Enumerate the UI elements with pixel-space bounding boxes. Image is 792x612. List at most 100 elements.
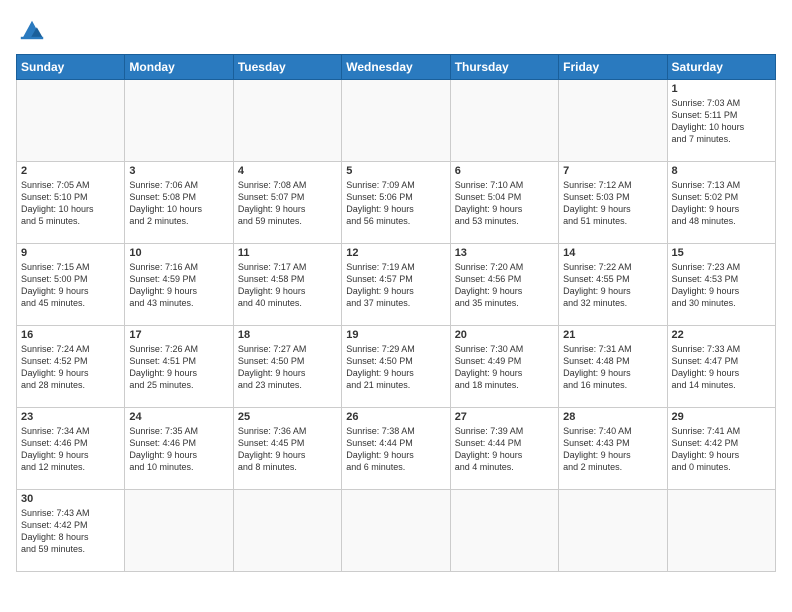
cell-content: Sunrise: 7:09 AM Sunset: 5:06 PM Dayligh… <box>346 179 445 228</box>
calendar-cell <box>233 490 341 572</box>
day-number: 15 <box>672 247 771 259</box>
cell-content: Sunrise: 7:41 AM Sunset: 4:42 PM Dayligh… <box>672 425 771 474</box>
cell-content: Sunrise: 7:36 AM Sunset: 4:45 PM Dayligh… <box>238 425 337 474</box>
day-number: 7 <box>563 165 662 177</box>
day-number: 26 <box>346 411 445 423</box>
calendar-cell: 3 Sunrise: 7:06 AM Sunset: 5:08 PM Daylig… <box>125 162 233 244</box>
calendar-cell <box>17 80 125 162</box>
day-number: 23 <box>21 411 120 423</box>
calendar-cell: 16 Sunrise: 7:24 AM Sunset: 4:52 PM Dayli… <box>17 326 125 408</box>
day-number: 3 <box>129 165 228 177</box>
week-row-6: 30Sunrise: 7:43 AM Sunset: 4:42 PM Dayli… <box>17 490 776 572</box>
calendar-cell <box>125 490 233 572</box>
weekday-header-tuesday: Tuesday <box>233 55 341 80</box>
cell-content: Sunrise: 7:10 AM Sunset: 5:04 PM Dayligh… <box>455 179 554 228</box>
calendar-cell: 29Sunrise: 7:41 AM Sunset: 4:42 PM Dayli… <box>667 408 775 490</box>
calendar-cell <box>342 490 450 572</box>
day-number: 10 <box>129 247 228 259</box>
day-number: 1 <box>672 83 771 95</box>
cell-content: Sunrise: 7:12 AM Sunset: 5:03 PM Dayligh… <box>563 179 662 228</box>
logo <box>16 16 52 44</box>
calendar-cell: 2 Sunrise: 7:05 AM Sunset: 5:10 PM Daylig… <box>17 162 125 244</box>
calendar-cell: 11 Sunrise: 7:17 AM Sunset: 4:58 PM Dayli… <box>233 244 341 326</box>
calendar-cell: 14 Sunrise: 7:22 AM Sunset: 4:55 PM Dayli… <box>559 244 667 326</box>
calendar-cell: 9 Sunrise: 7:15 AM Sunset: 5:00 PM Daylig… <box>17 244 125 326</box>
cell-content: Sunrise: 7:13 AM Sunset: 5:02 PM Dayligh… <box>672 179 771 228</box>
day-number: 11 <box>238 247 337 259</box>
week-row-3: 9 Sunrise: 7:15 AM Sunset: 5:00 PM Daylig… <box>17 244 776 326</box>
weekday-header-sunday: Sunday <box>17 55 125 80</box>
day-number: 19 <box>346 329 445 341</box>
cell-content: Sunrise: 7:40 AM Sunset: 4:43 PM Dayligh… <box>563 425 662 474</box>
calendar-cell: 20Sunrise: 7:30 AM Sunset: 4:49 PM Dayli… <box>450 326 558 408</box>
week-row-5: 23 Sunrise: 7:34 AM Sunset: 4:46 PM Dayli… <box>17 408 776 490</box>
calendar-cell: 27Sunrise: 7:39 AM Sunset: 4:44 PM Dayli… <box>450 408 558 490</box>
cell-content: Sunrise: 7:34 AM Sunset: 4:46 PM Dayligh… <box>21 425 120 474</box>
day-number: 24 <box>129 411 228 423</box>
day-number: 2 <box>21 165 120 177</box>
logo-icon <box>16 16 48 44</box>
calendar-cell: 10 Sunrise: 7:16 AM Sunset: 4:59 PM Dayli… <box>125 244 233 326</box>
cell-content: Sunrise: 7:38 AM Sunset: 4:44 PM Dayligh… <box>346 425 445 474</box>
calendar-cell <box>450 80 558 162</box>
calendar-cell: 6Sunrise: 7:10 AM Sunset: 5:04 PM Daylig… <box>450 162 558 244</box>
cell-content: Sunrise: 7:19 AM Sunset: 4:57 PM Dayligh… <box>346 261 445 310</box>
calendar-cell <box>559 80 667 162</box>
cell-content: Sunrise: 7:08 AM Sunset: 5:07 PM Dayligh… <box>238 179 337 228</box>
weekday-header-thursday: Thursday <box>450 55 558 80</box>
day-number: 17 <box>129 329 228 341</box>
cell-content: Sunrise: 7:24 AM Sunset: 4:52 PM Dayligh… <box>21 343 120 392</box>
header <box>16 16 776 44</box>
weekday-header-row: SundayMondayTuesdayWednesdayThursdayFrid… <box>17 55 776 80</box>
calendar-cell <box>667 490 775 572</box>
calendar-cell: 28 Sunrise: 7:40 AM Sunset: 4:43 PM Dayli… <box>559 408 667 490</box>
calendar-cell: 13Sunrise: 7:20 AM Sunset: 4:56 PM Dayli… <box>450 244 558 326</box>
calendar-cell: 1 Sunrise: 7:03 AM Sunset: 5:11 PM Daylig… <box>667 80 775 162</box>
calendar-cell: 5Sunrise: 7:09 AM Sunset: 5:06 PM Daylig… <box>342 162 450 244</box>
cell-content: Sunrise: 7:15 AM Sunset: 5:00 PM Dayligh… <box>21 261 120 310</box>
cell-content: Sunrise: 7:33 AM Sunset: 4:47 PM Dayligh… <box>672 343 771 392</box>
day-number: 4 <box>238 165 337 177</box>
calendar-cell: 19Sunrise: 7:29 AM Sunset: 4:50 PM Dayli… <box>342 326 450 408</box>
calendar-cell: 24 Sunrise: 7:35 AM Sunset: 4:46 PM Dayli… <box>125 408 233 490</box>
calendar: SundayMondayTuesdayWednesdayThursdayFrid… <box>16 54 776 572</box>
calendar-cell: 22 Sunrise: 7:33 AM Sunset: 4:47 PM Dayli… <box>667 326 775 408</box>
cell-content: Sunrise: 7:30 AM Sunset: 4:49 PM Dayligh… <box>455 343 554 392</box>
cell-content: Sunrise: 7:31 AM Sunset: 4:48 PM Dayligh… <box>563 343 662 392</box>
calendar-cell: 17Sunrise: 7:26 AM Sunset: 4:51 PM Dayli… <box>125 326 233 408</box>
day-number: 8 <box>672 165 771 177</box>
day-number: 12 <box>346 247 445 259</box>
cell-content: Sunrise: 7:03 AM Sunset: 5:11 PM Dayligh… <box>672 97 771 146</box>
cell-content: Sunrise: 7:23 AM Sunset: 4:53 PM Dayligh… <box>672 261 771 310</box>
day-number: 28 <box>563 411 662 423</box>
weekday-header-saturday: Saturday <box>667 55 775 80</box>
cell-content: Sunrise: 7:22 AM Sunset: 4:55 PM Dayligh… <box>563 261 662 310</box>
calendar-cell: 7 Sunrise: 7:12 AM Sunset: 5:03 PM Daylig… <box>559 162 667 244</box>
day-number: 21 <box>563 329 662 341</box>
day-number: 22 <box>672 329 771 341</box>
calendar-cell: 12 Sunrise: 7:19 AM Sunset: 4:57 PM Dayli… <box>342 244 450 326</box>
day-number: 25 <box>238 411 337 423</box>
cell-content: Sunrise: 7:06 AM Sunset: 5:08 PM Dayligh… <box>129 179 228 228</box>
cell-content: Sunrise: 7:17 AM Sunset: 4:58 PM Dayligh… <box>238 261 337 310</box>
calendar-cell: 25 Sunrise: 7:36 AM Sunset: 4:45 PM Dayli… <box>233 408 341 490</box>
day-number: 16 <box>21 329 120 341</box>
cell-content: Sunrise: 7:35 AM Sunset: 4:46 PM Dayligh… <box>129 425 228 474</box>
calendar-cell: 4 Sunrise: 7:08 AM Sunset: 5:07 PM Daylig… <box>233 162 341 244</box>
page: SundayMondayTuesdayWednesdayThursdayFrid… <box>0 0 792 582</box>
day-number: 9 <box>21 247 120 259</box>
cell-content: Sunrise: 7:16 AM Sunset: 4:59 PM Dayligh… <box>129 261 228 310</box>
calendar-cell: 23 Sunrise: 7:34 AM Sunset: 4:46 PM Dayli… <box>17 408 125 490</box>
calendar-cell <box>125 80 233 162</box>
weekday-header-friday: Friday <box>559 55 667 80</box>
day-number: 14 <box>563 247 662 259</box>
cell-content: Sunrise: 7:27 AM Sunset: 4:50 PM Dayligh… <box>238 343 337 392</box>
week-row-1: 1 Sunrise: 7:03 AM Sunset: 5:11 PM Daylig… <box>17 80 776 162</box>
week-row-4: 16 Sunrise: 7:24 AM Sunset: 4:52 PM Dayli… <box>17 326 776 408</box>
calendar-cell: 26 Sunrise: 7:38 AM Sunset: 4:44 PM Dayli… <box>342 408 450 490</box>
calendar-cell: 8 Sunrise: 7:13 AM Sunset: 5:02 PM Daylig… <box>667 162 775 244</box>
calendar-cell: 30Sunrise: 7:43 AM Sunset: 4:42 PM Dayli… <box>17 490 125 572</box>
calendar-cell <box>450 490 558 572</box>
cell-content: Sunrise: 7:05 AM Sunset: 5:10 PM Dayligh… <box>21 179 120 228</box>
cell-content: Sunrise: 7:39 AM Sunset: 4:44 PM Dayligh… <box>455 425 554 474</box>
